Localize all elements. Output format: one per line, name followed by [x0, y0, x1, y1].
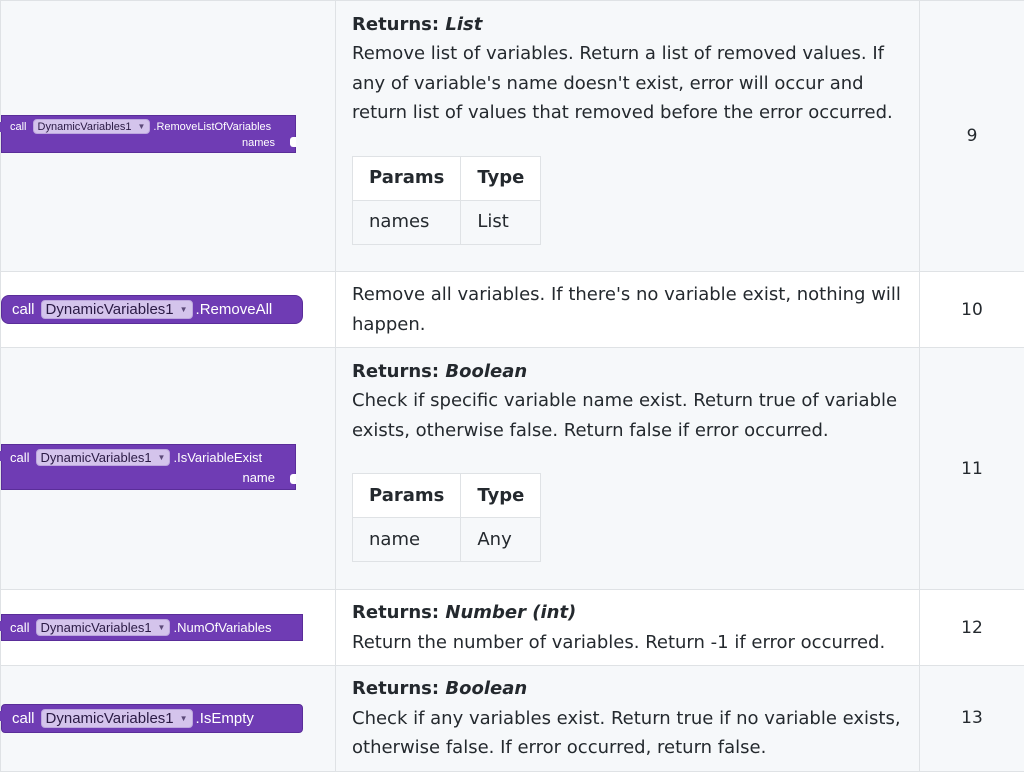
component-dropdown[interactable]: DynamicVariables1 ▼ [41, 300, 193, 319]
row-number: 9 [920, 1, 1024, 272]
call-keyword: call [10, 450, 30, 465]
call-keyword: call [10, 121, 27, 133]
description-cell: Remove all variables. If there's no vari… [336, 272, 920, 348]
params-header: Params [353, 474, 461, 518]
method-name: .NumOfVariables [173, 620, 271, 635]
methods-table: call DynamicVariables1 ▼ .RemoveListOfVar… [0, 0, 1024, 772]
params-row: names List [353, 200, 541, 244]
type-header: Type [461, 474, 541, 518]
component-dropdown[interactable]: DynamicVariables1 ▼ [36, 619, 171, 636]
block-cell: call DynamicVariables1 ▼ .RemoveListOfVar… [1, 1, 336, 272]
row-number: 10 [920, 272, 1024, 348]
returns-type: List [445, 14, 482, 35]
description-text: Check if any variables exist. Return tru… [352, 704, 903, 763]
method-name: .RemoveAll [196, 301, 273, 318]
params-header-row: Params Type [353, 156, 541, 200]
params-row: name Any [353, 518, 541, 562]
param-name-cell: names [353, 200, 461, 244]
param-type-cell: List [461, 200, 541, 244]
component-name: DynamicVariables1 [38, 121, 132, 133]
component-dropdown[interactable]: DynamicVariables1 ▼ [33, 119, 151, 134]
params-table: Params Type names List [352, 156, 541, 245]
block-cell: call DynamicVariables1 ▼ .IsEmpty [1, 666, 336, 772]
row-number: 12 [920, 590, 1024, 666]
returns-type: Boolean [445, 678, 527, 699]
type-header: Type [461, 156, 541, 200]
description-cell: Returns: Boolean Check if any variables … [336, 666, 920, 772]
block-is-empty[interactable]: call DynamicVariables1 ▼ .IsEmpty [1, 704, 303, 733]
block-cell: call DynamicVariables1 ▼ .RemoveAll [1, 272, 336, 348]
block-cell: call DynamicVariables1 ▼ .NumOfVariables [1, 590, 336, 666]
description-cell: Returns: Boolean Check if specific varia… [336, 348, 920, 590]
returns-label: Returns: [352, 361, 439, 382]
description-cell: Returns: List Remove list of variables. … [336, 1, 920, 272]
block-is-variable-exist[interactable]: call DynamicVariables1 ▼ .IsVariableExist… [1, 444, 296, 490]
component-name: DynamicVariables1 [41, 620, 152, 635]
param-name-cell: name [353, 518, 461, 562]
returns-type: Boolean [445, 361, 527, 382]
params-table: Params Type name Any [352, 473, 541, 562]
params-header-row: Params Type [353, 474, 541, 518]
param-name: name [10, 470, 289, 485]
block-remove-all[interactable]: call DynamicVariables1 ▼ .RemoveAll [1, 295, 303, 324]
chevron-down-icon: ▼ [137, 122, 145, 131]
method-name: .RemoveListOfVariables [153, 121, 271, 133]
returns-line: Returns: List [352, 10, 903, 40]
component-name: DynamicVariables1 [46, 710, 174, 727]
returns-line: Returns: Boolean [352, 674, 903, 704]
returns-type: Number (int) [445, 602, 576, 623]
call-keyword: call [10, 620, 30, 635]
param-type-cell: Any [461, 518, 541, 562]
param-name: names [10, 137, 289, 149]
description-cell: Returns: Number (int) Return the number … [336, 590, 920, 666]
params-header: Params [353, 156, 461, 200]
description-text: Check if specific variable name exist. R… [352, 386, 903, 445]
block-num-of-variables[interactable]: call DynamicVariables1 ▼ .NumOfVariables [1, 614, 303, 641]
chevron-down-icon: ▼ [158, 623, 166, 632]
returns-line: Returns: Boolean [352, 357, 903, 387]
table-row: call DynamicVariables1▼ .NumOfVariables … [1, 590, 1024, 666]
block-cell: call DynamicVariables1 ▼ .IsVariableExist… [1, 348, 336, 590]
returns-label: Returns: [352, 678, 439, 699]
row-number: 11 [920, 348, 1024, 590]
component-name: DynamicVariables1 [41, 450, 152, 465]
returns-label: Returns: [352, 14, 439, 35]
table-row: call DynamicVariables1 ▼ .IsVariableExist… [1, 348, 1024, 590]
component-dropdown[interactable]: DynamicVariables1 ▼ [41, 709, 193, 728]
table-row: call DynamicVariables1 ▼ .RemoveListOfVar… [1, 1, 1024, 272]
chevron-down-icon: ▼ [180, 714, 188, 723]
row-number: 13 [920, 666, 1024, 772]
table-row: call DynamicVariables1 ▼ .RemoveAll Remov… [1, 272, 1024, 348]
block-remove-list-of-variables[interactable]: call DynamicVariables1 ▼ .RemoveListOfVar… [1, 115, 296, 153]
method-name: .IsVariableExist [173, 450, 262, 465]
description-text: Remove list of variables. Return a list … [352, 39, 903, 128]
returns-label: Returns: [352, 602, 439, 623]
component-name: DynamicVariables1 [46, 301, 174, 318]
table-row: call DynamicVariables1 ▼ .IsEmpty Returns… [1, 666, 1024, 772]
description-text: Return the number of variables. Return -… [352, 628, 903, 658]
call-keyword: call [12, 710, 35, 727]
description-text: Remove all variables. If there's no vari… [352, 280, 903, 339]
method-name: .IsEmpty [196, 710, 254, 727]
chevron-down-icon: ▼ [180, 305, 188, 314]
component-dropdown[interactable]: DynamicVariables1 ▼ [36, 449, 171, 466]
returns-line: Returns: Number (int) [352, 598, 903, 628]
chevron-down-icon: ▼ [158, 453, 166, 462]
call-keyword: call [12, 301, 35, 318]
